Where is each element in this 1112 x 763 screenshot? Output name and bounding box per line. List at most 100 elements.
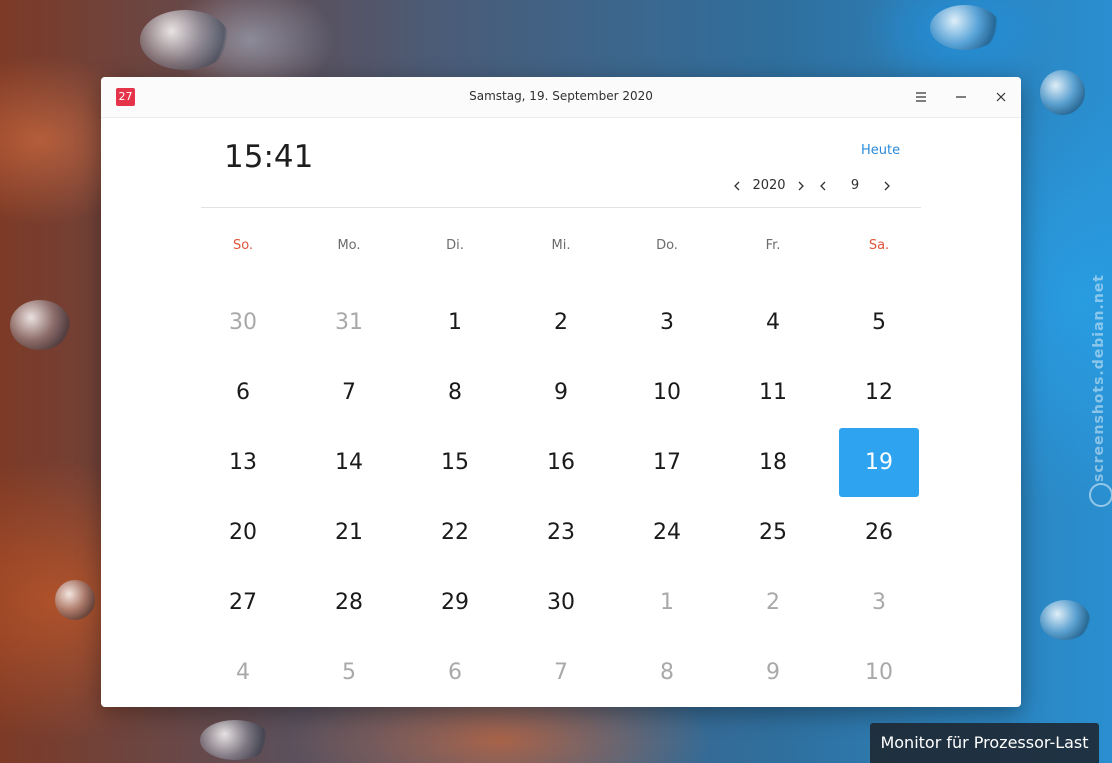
- day-number: 10: [865, 659, 893, 685]
- day-number: 27: [229, 589, 257, 615]
- day-number: 2: [766, 589, 780, 615]
- wallpaper-droplet: [930, 5, 1000, 50]
- weekday-label: So.: [232, 238, 254, 253]
- day-number: 8: [660, 659, 674, 685]
- day-number: 15: [441, 449, 469, 475]
- day-cell[interactable]: 28: [296, 567, 402, 637]
- day-number: 26: [865, 519, 893, 545]
- chevron-right-icon: [884, 181, 890, 191]
- day-number: 9: [766, 659, 780, 685]
- day-cell[interactable]: 15: [402, 427, 508, 497]
- day-number: 14: [335, 449, 363, 475]
- day-cell[interactable]: 4: [190, 637, 296, 707]
- day-number: 7: [554, 659, 568, 685]
- day-cell[interactable]: 5: [296, 637, 402, 707]
- current-time: 15:41: [224, 139, 314, 175]
- wallpaper-droplet: [1040, 70, 1085, 115]
- day-cell[interactable]: 20: [190, 497, 296, 567]
- day-number: 21: [335, 519, 363, 545]
- weekday-label: Do.: [656, 238, 678, 253]
- window-title: Samstag, 19. September 2020: [469, 89, 653, 103]
- month-prev-button[interactable]: [814, 177, 832, 195]
- day-number: 24: [653, 519, 681, 545]
- day-number: 28: [335, 589, 363, 615]
- day-cell[interactable]: 5: [826, 287, 932, 357]
- day-number: 4: [766, 309, 780, 335]
- month-next-button[interactable]: [878, 177, 896, 195]
- day-number: 25: [759, 519, 787, 545]
- title-bar[interactable]: 27 Samstag, 19. September 2020: [101, 77, 1021, 118]
- wallpaper-droplet: [1040, 600, 1090, 640]
- day-cell[interactable]: 11: [720, 357, 826, 427]
- day-number: 2: [554, 309, 568, 335]
- taskbar-tooltip: Monitor für Prozessor-Last: [870, 723, 1099, 763]
- day-cell[interactable]: 12: [826, 357, 932, 427]
- day-cell[interactable]: 7: [296, 357, 402, 427]
- day-cell[interactable]: 14: [296, 427, 402, 497]
- day-cell[interactable]: 21: [296, 497, 402, 567]
- day-number: 20: [229, 519, 257, 545]
- day-number: 1: [448, 309, 462, 335]
- day-number: 19: [839, 427, 919, 497]
- day-number: 9: [554, 379, 568, 405]
- today-button[interactable]: Heute: [861, 143, 900, 158]
- day-cell[interactable]: 22: [402, 497, 508, 567]
- day-cell[interactable]: 9: [508, 357, 614, 427]
- day-cell[interactable]: 3: [826, 567, 932, 637]
- day-cell[interactable]: 6: [190, 357, 296, 427]
- day-cell[interactable]: 24: [614, 497, 720, 567]
- close-icon[interactable]: [989, 85, 1013, 109]
- day-cell[interactable]: 2: [720, 567, 826, 637]
- chevron-right-icon: [798, 181, 804, 191]
- header-divider: [201, 207, 921, 208]
- watermark: screenshots.debian.net: [1084, 270, 1112, 510]
- day-number: 30: [547, 589, 575, 615]
- day-number: 5: [342, 659, 356, 685]
- day-number: 22: [441, 519, 469, 545]
- year-value: 2020: [752, 178, 786, 193]
- day-number: 13: [229, 449, 257, 475]
- day-cell[interactable]: 26: [826, 497, 932, 567]
- chevron-left-icon: [820, 181, 826, 191]
- day-cell[interactable]: 31: [296, 287, 402, 357]
- day-cell[interactable]: 18: [720, 427, 826, 497]
- day-cell[interactable]: 10: [614, 357, 720, 427]
- day-cell[interactable]: 17: [614, 427, 720, 497]
- hamburger-icon[interactable]: [909, 85, 933, 109]
- day-cell[interactable]: 6: [402, 637, 508, 707]
- day-cell-selected[interactable]: 19: [826, 427, 932, 497]
- weekday-label: Di.: [446, 238, 464, 253]
- day-cell[interactable]: 16: [508, 427, 614, 497]
- day-cell[interactable]: 4: [720, 287, 826, 357]
- day-cell[interactable]: 27: [190, 567, 296, 637]
- day-cell[interactable]: 7: [508, 637, 614, 707]
- day-cell[interactable]: 9: [720, 637, 826, 707]
- day-number: 12: [865, 379, 893, 405]
- day-number: 4: [236, 659, 250, 685]
- day-cell[interactable]: 29: [402, 567, 508, 637]
- day-cell[interactable]: 13: [190, 427, 296, 497]
- calendar-window: 27 Samstag, 19. September 2020 15:41 Heu…: [101, 77, 1021, 707]
- day-cell[interactable]: 1: [402, 287, 508, 357]
- day-cell[interactable]: 2: [508, 287, 614, 357]
- day-cell[interactable]: 1: [614, 567, 720, 637]
- day-cell[interactable]: 30: [508, 567, 614, 637]
- day-cell[interactable]: 8: [614, 637, 720, 707]
- day-cell[interactable]: 10: [826, 637, 932, 707]
- month-value: 9: [850, 178, 860, 193]
- day-cell[interactable]: 30: [190, 287, 296, 357]
- day-cell[interactable]: 23: [508, 497, 614, 567]
- day-number: 16: [547, 449, 575, 475]
- wallpaper-droplet: [200, 720, 270, 760]
- day-cell[interactable]: 25: [720, 497, 826, 567]
- day-cell[interactable]: 8: [402, 357, 508, 427]
- weekday-header: So. Mo. Di. Mi. Do. Fr. Sa.: [190, 238, 932, 258]
- weekday-label: Sa.: [868, 238, 890, 253]
- wallpaper-droplet: [55, 580, 95, 620]
- year-next-button[interactable]: [792, 177, 810, 195]
- day-number: 11: [759, 379, 787, 405]
- year-prev-button[interactable]: [728, 177, 746, 195]
- day-cell[interactable]: 3: [614, 287, 720, 357]
- minimize-icon[interactable]: [949, 85, 973, 109]
- day-number: 6: [448, 659, 462, 685]
